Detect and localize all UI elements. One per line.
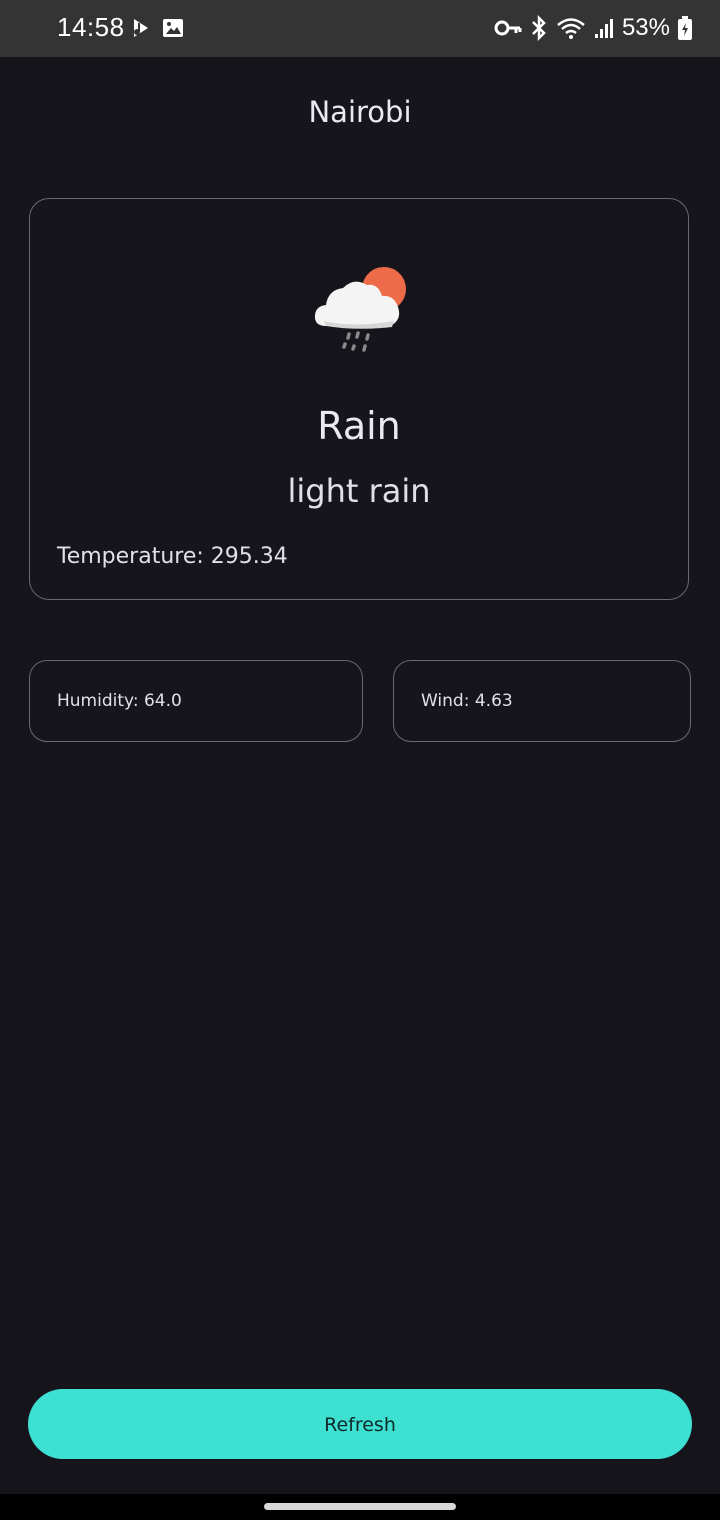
- status-bar: 14:58 53%: [0, 0, 720, 57]
- bluetooth-icon: [530, 15, 548, 41]
- wind-card: Wind: 4.63: [393, 660, 691, 742]
- wind-label: Wind: 4.63: [421, 691, 513, 711]
- signal-icon: [594, 17, 614, 39]
- weather-card: Rain light rain Temperature: 295.34: [29, 198, 689, 600]
- rain-cloud-sun-icon: [312, 265, 412, 357]
- refresh-button[interactable]: Refresh: [28, 1389, 692, 1459]
- gallery-icon: [162, 17, 184, 39]
- temperature-label: Temperature: 295.34: [57, 544, 288, 569]
- home-gesture-handle[interactable]: [264, 1503, 456, 1510]
- weather-condition: Rain: [317, 404, 401, 448]
- humidity-card: Humidity: 64.0: [29, 660, 363, 742]
- youtube-music-icon: [128, 16, 152, 40]
- status-time: 14:58: [57, 12, 125, 42]
- navigation-bar: [0, 1494, 720, 1520]
- status-left-icons: [128, 16, 184, 40]
- battery-charging-icon: [678, 16, 692, 40]
- city-title: Nairobi: [308, 95, 412, 129]
- vpn-key-icon: [494, 18, 522, 38]
- wifi-icon: [556, 16, 586, 40]
- humidity-label: Humidity: 64.0: [57, 691, 182, 711]
- status-right-icons: 53%: [494, 14, 692, 42]
- battery-percentage: 53%: [621, 14, 670, 41]
- temperature-text: Temperature: 295.34: [57, 544, 288, 569]
- weather-description: light rain: [287, 472, 431, 510]
